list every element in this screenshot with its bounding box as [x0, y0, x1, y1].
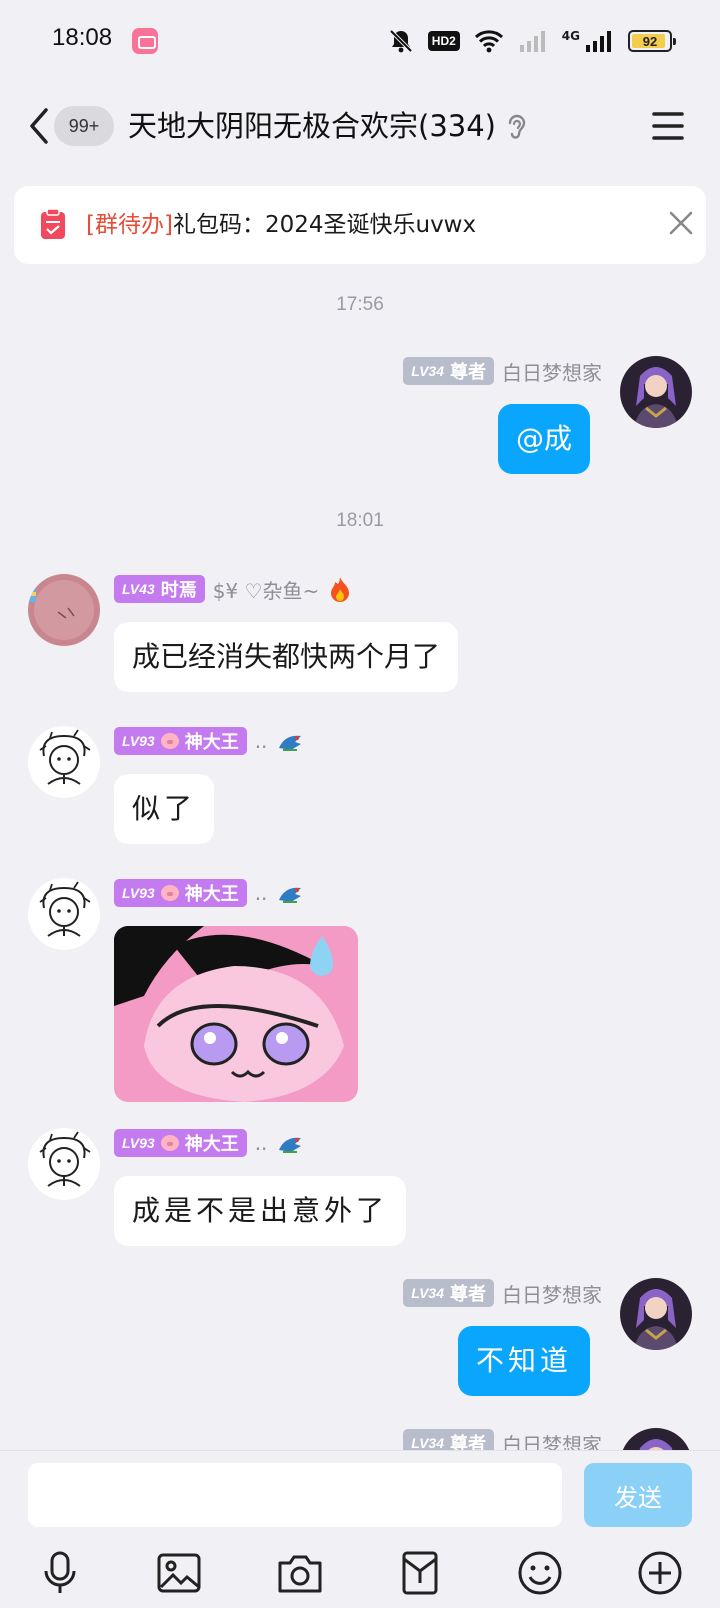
sender-meta: LV34 尊者 白日梦想家	[403, 356, 602, 386]
pig-icon	[160, 733, 179, 749]
notice-text: [群待办]礼包码：2024圣诞快乐uvwx	[86, 206, 476, 244]
message-bubble[interactable]: 似了	[114, 774, 215, 844]
avatar[interactable]	[28, 726, 100, 798]
sender-meta: LV93 神大王 ..	[114, 726, 305, 756]
message-item: LV93 神大王 .. 成是不是出意外了	[0, 1128, 720, 1248]
back-arrow-icon[interactable]	[24, 106, 54, 146]
clipboard-icon	[41, 208, 65, 239]
image-icon[interactable]	[155, 1549, 203, 1597]
status-time: 18:08	[52, 24, 113, 51]
input-toolbar	[0, 1547, 720, 1599]
sender-meta: LV93 神大王 ..	[114, 878, 305, 908]
sticker-image[interactable]	[114, 926, 358, 1102]
sender-nickname[interactable]: $¥ ♡杂鱼~	[213, 575, 320, 604]
battery-level: 92	[642, 33, 658, 49]
time-divider: 17:56	[336, 294, 384, 315]
mute-bell-icon	[389, 29, 413, 53]
dragon-icon	[279, 735, 302, 751]
group-title[interactable]: 天地大阴阳无极合欢宗(334)	[128, 106, 496, 146]
message-bubble[interactable]: 成已经消失都快两个月了	[114, 622, 459, 692]
input-area: 发送	[0, 1450, 720, 1608]
level-badge[interactable]: LV93 神大王	[114, 879, 247, 907]
level-badge[interactable]: LV34 尊者	[403, 1279, 494, 1307]
sender-meta: LV34 尊者 白日梦想家	[403, 1278, 602, 1308]
emoji-icon[interactable]	[516, 1549, 564, 1597]
status-icons: HD2 4G 92	[388, 26, 676, 56]
avatar[interactable]	[620, 1278, 692, 1350]
sender-nickname[interactable]: 白日梦想家	[502, 1429, 602, 1451]
message-item: LV34 尊者 白日梦想家 @成	[0, 356, 720, 476]
sender-meta: LV34 尊者 白日梦想家	[403, 1428, 602, 1450]
message-input[interactable]	[28, 1463, 562, 1527]
message-item: LV34 尊者 白日梦想家 不知道	[0, 1278, 720, 1398]
message-bubble[interactable]: 成是不是出意外了	[114, 1176, 407, 1246]
pig-icon	[160, 1135, 179, 1151]
message-item: LV93 神大王 .. 似了	[0, 726, 720, 846]
message-item: LV93 神大王 ..	[0, 878, 720, 1104]
sender-meta: LV43 时焉 $¥ ♡杂鱼~	[114, 574, 353, 604]
microphone-icon[interactable]	[36, 1549, 84, 1597]
dragon-icon	[279, 1137, 302, 1153]
plus-icon[interactable]	[636, 1549, 684, 1597]
notice-tag: [群待办]	[86, 212, 173, 238]
battery-icon: 92	[628, 30, 676, 52]
level-badge[interactable]: LV93 神大王	[114, 1129, 247, 1157]
time-divider: 18:01	[336, 510, 384, 531]
fire-icon	[331, 577, 350, 602]
close-icon[interactable]	[668, 210, 694, 236]
ear-icon[interactable]	[504, 112, 530, 142]
unread-count-badge[interactable]: 99+	[54, 106, 114, 146]
avatar[interactable]	[620, 1428, 692, 1450]
sender-nickname[interactable]: ..	[255, 729, 268, 753]
message-item: LV43 时焉 $¥ ♡杂鱼~ 成已经消失都快两个月了	[0, 574, 720, 694]
signal-icon	[586, 31, 611, 52]
message-bubble[interactable]: 不知道	[457, 1326, 590, 1396]
message-item: LV34 尊者 白日梦想家	[0, 1428, 720, 1450]
sender-nickname[interactable]: ..	[255, 1131, 268, 1155]
bilibili-app-icon	[132, 28, 158, 54]
camera-icon[interactable]	[276, 1549, 324, 1597]
red-packet-icon[interactable]	[396, 1549, 444, 1597]
status-bar: 18:08 HD2 4G 92	[0, 0, 720, 82]
signal-empty-icon	[519, 31, 545, 52]
sender-nickname[interactable]: ..	[255, 881, 268, 905]
level-badge[interactable]: LV34 尊者	[403, 1429, 494, 1450]
avatar[interactable]	[28, 878, 100, 950]
wifi-icon	[474, 30, 503, 53]
dragon-icon	[279, 887, 302, 903]
pig-icon	[160, 885, 179, 901]
notice-content: 礼包码：2024圣诞快乐uvwx	[172, 212, 477, 238]
avatar[interactable]	[28, 1128, 100, 1200]
sender-nickname[interactable]: 白日梦想家	[502, 1279, 602, 1308]
send-button[interactable]: 发送	[584, 1463, 692, 1527]
level-badge[interactable]: LV93 神大王	[114, 727, 247, 755]
level-badge[interactable]: LV43 时焉	[114, 575, 205, 603]
avatar[interactable]	[620, 356, 692, 428]
avatar[interactable]	[28, 574, 100, 646]
message-bubble[interactable]: @成	[497, 404, 590, 474]
network-label: 4G	[561, 29, 580, 43]
sender-nickname[interactable]: 白日梦想家	[502, 357, 602, 386]
group-todo-notice[interactable]: [群待办]礼包码：2024圣诞快乐uvwx	[14, 186, 706, 264]
hd-icon: HD2	[427, 31, 460, 51]
sender-meta: LV93 神大王 ..	[114, 1128, 305, 1158]
chat-header: 99+ 天地大阴阳无极合欢宗(334)	[0, 82, 720, 170]
level-badge[interactable]: LV34 尊者	[403, 357, 494, 385]
menu-icon[interactable]	[652, 108, 684, 144]
